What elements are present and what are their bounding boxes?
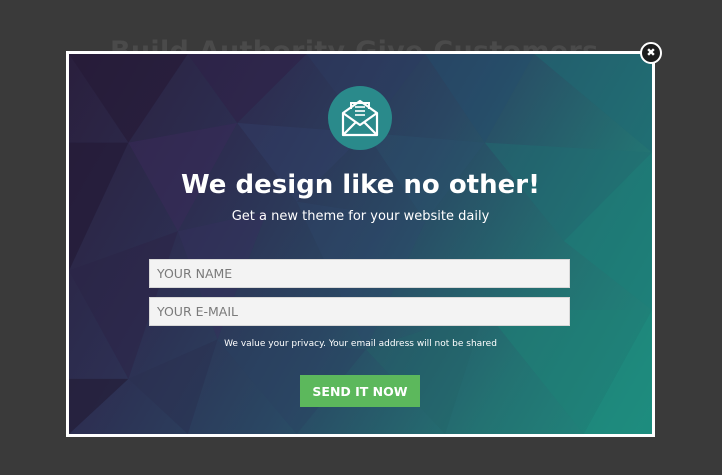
popup-headline: We design like no other! — [181, 170, 540, 200]
envelope-letter-icon — [341, 99, 379, 137]
close-popup-button[interactable]: ✖ — [640, 42, 662, 64]
name-input[interactable] — [149, 259, 570, 288]
send-it-now-button[interactable]: SEND IT NOW — [300, 375, 420, 407]
popup-subline: Get a new theme for your website daily — [231, 209, 490, 224]
privacy-note: We value your privacy. Your email addres… — [224, 339, 497, 349]
email-input[interactable] — [149, 297, 570, 326]
close-icon: ✖ — [646, 46, 656, 59]
envelope-badge — [328, 86, 392, 150]
